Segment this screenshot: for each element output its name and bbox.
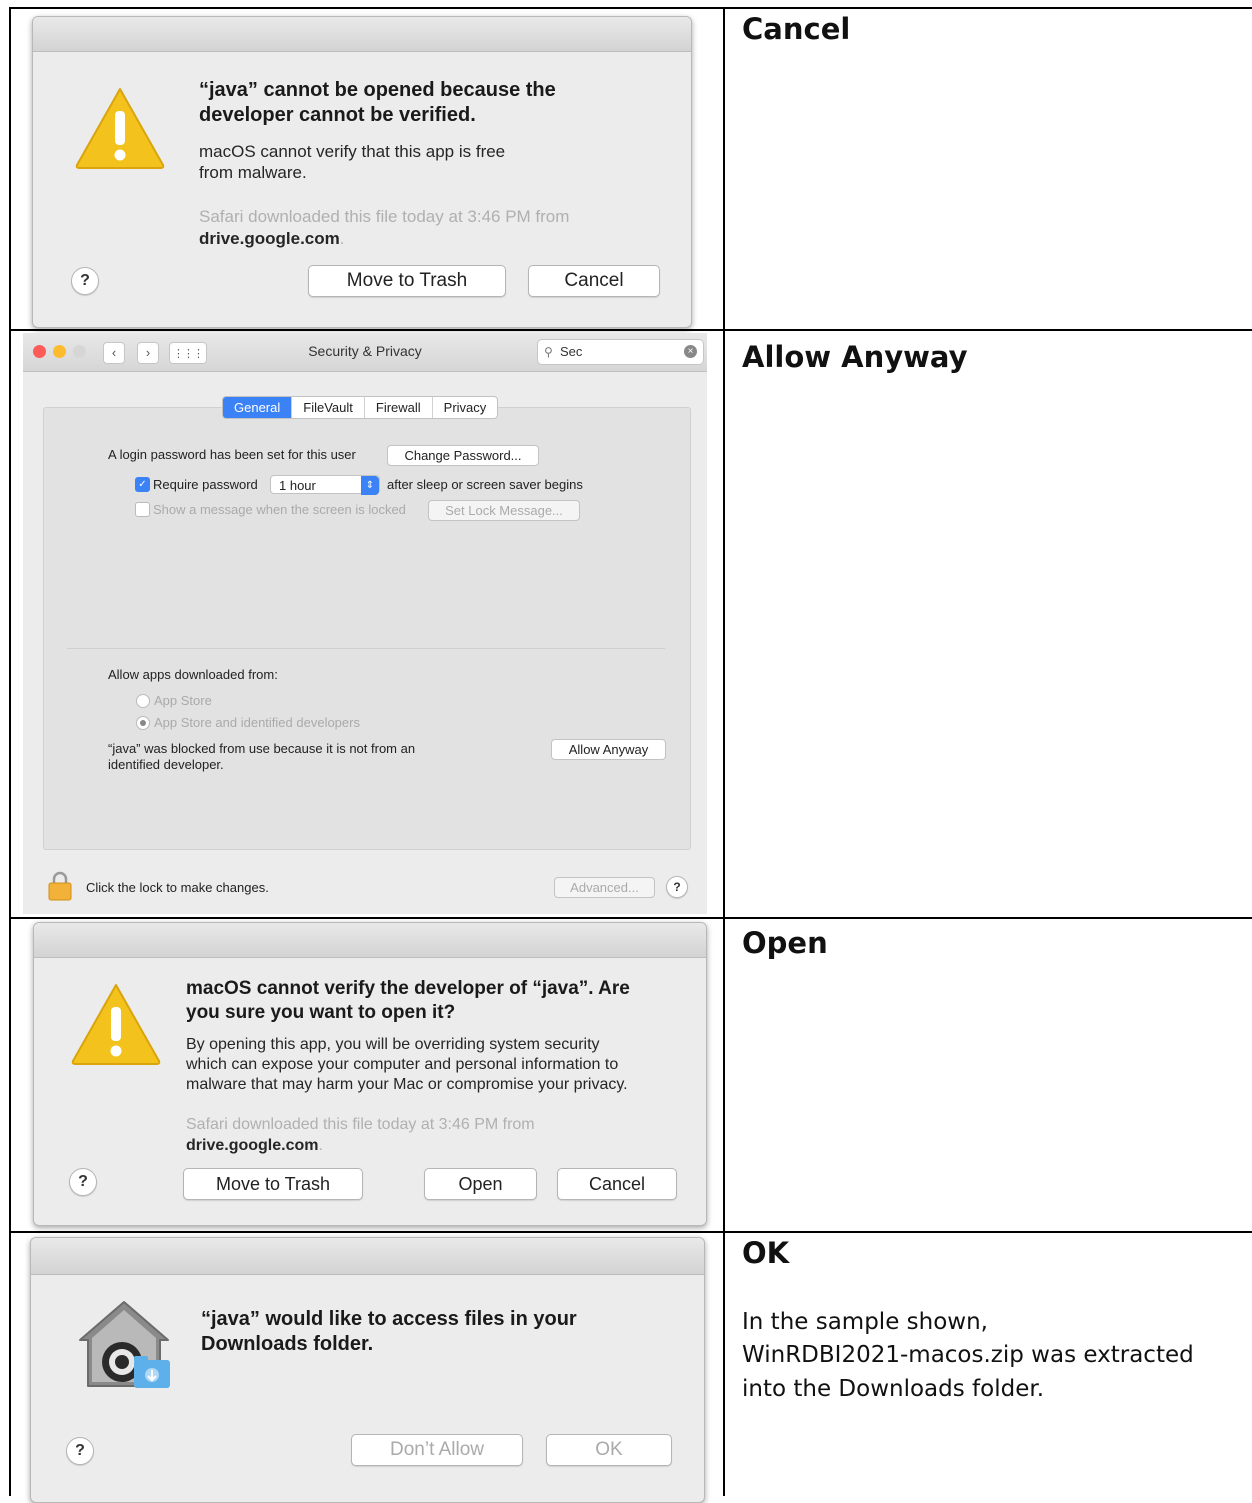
row-4-cell: OK In the sample shown, WinRDBI2021-maco…: [742, 1236, 1222, 1406]
allow-apps-label: Allow apps downloaded from:: [108, 667, 278, 682]
help-button[interactable]: ?: [666, 876, 688, 898]
source-domain: drive.google.com: [199, 229, 340, 248]
source-domain: drive.google.com: [186, 1137, 319, 1154]
dialog-message: macOS cannot verify that this app is fre…: [199, 142, 506, 182]
cancel-button[interactable]: Cancel: [528, 265, 660, 297]
warning-icon: [71, 984, 161, 1065]
after-sleep-label: after sleep or screen saver begins: [387, 477, 583, 492]
table-row-divider: [9, 1231, 1252, 1233]
help-button[interactable]: ?: [66, 1437, 94, 1465]
tab-bar: General FileVault Firewall Privacy: [222, 396, 499, 419]
tab-filevault[interactable]: FileVault: [292, 397, 365, 418]
require-password-checkbox[interactable]: ✓: [135, 477, 150, 492]
search-input[interactable]: Sec: [560, 340, 582, 364]
warning-icon: [75, 88, 165, 169]
table-row-divider: [9, 329, 1252, 331]
login-password-label: A login password has been set for this u…: [108, 447, 356, 462]
table-row-divider: [9, 917, 1252, 919]
select-arrows-icon: ⇕: [361, 476, 379, 495]
download-source: Safari downloaded this file today at 3:4…: [186, 1116, 535, 1154]
row-note: In the sample shown, WinRDBI2021-macos.z…: [742, 1309, 1194, 1402]
lock-message: Click the lock to make changes.: [86, 880, 269, 895]
search-field[interactable]: ⚲ Sec ×: [537, 339, 704, 365]
row-action-label: Open: [742, 926, 828, 960]
row-action-label: Allow Anyway: [742, 340, 968, 374]
dialog-message: By opening this app, you will be overrid…: [186, 1036, 628, 1093]
cannot-open-dialog: “java” cannot be opened because the deve…: [32, 16, 692, 328]
table-top-border: [9, 7, 1252, 9]
set-lock-message-button[interactable]: Set Lock Message...: [428, 500, 580, 521]
show-message-checkbox[interactable]: [135, 502, 150, 517]
tab-firewall[interactable]: Firewall: [365, 397, 433, 418]
dialog-titlebar: [34, 923, 706, 958]
table-column-divider: [723, 7, 725, 1496]
change-password-button[interactable]: Change Password...: [387, 445, 539, 466]
dialog-title: “java” cannot be opened because the deve…: [199, 79, 556, 126]
clear-search-icon[interactable]: ×: [684, 345, 697, 358]
require-password-label: Require password: [153, 477, 258, 492]
section-divider: [67, 648, 665, 649]
general-pane: [43, 407, 691, 850]
dialog-title: “java” would like to access files in you…: [201, 1308, 577, 1355]
radio-identified-developers[interactable]: [136, 716, 150, 730]
tab-general[interactable]: General: [223, 397, 293, 418]
confirm-open-dialog: macOS cannot verify the developer of “ja…: [33, 922, 707, 1226]
radio-identified-label: App Store and identified developers: [154, 715, 360, 730]
dialog-title: macOS cannot verify the developer of “ja…: [186, 978, 630, 1023]
move-to-trash-button[interactable]: Move to Trash: [308, 265, 506, 297]
radio-app-store-label: App Store: [154, 693, 212, 708]
cancel-button[interactable]: Cancel: [557, 1168, 677, 1200]
require-password-select[interactable]: 1 hour ⇕: [270, 475, 380, 495]
help-button[interactable]: ?: [71, 267, 99, 295]
row-action-label: OK: [742, 1236, 790, 1270]
help-button[interactable]: ?: [69, 1168, 97, 1196]
dont-allow-button[interactable]: Don’t Allow: [351, 1434, 523, 1466]
download-source: Safari downloaded this file today at 3:4…: [199, 207, 570, 248]
security-privacy-window: ‹ › ⋮⋮⋮ Security & Privacy ⚲ Sec × Gener…: [23, 333, 707, 914]
table-left-border: [9, 7, 11, 1496]
blocked-message: “java” was blocked from use because it i…: [108, 741, 416, 772]
advanced-button[interactable]: Advanced...: [554, 877, 655, 898]
security-folder-icon: [79, 1301, 170, 1388]
ok-button[interactable]: OK: [546, 1434, 672, 1466]
row-action-label: Cancel: [742, 12, 851, 46]
dialog-titlebar: [31, 1238, 704, 1275]
search-icon: ⚲: [544, 345, 553, 359]
radio-app-store[interactable]: [136, 694, 150, 708]
downloads-access-dialog: “java” would like to access files in you…: [30, 1237, 705, 1503]
dialog-titlebar: [33, 17, 691, 52]
window-toolbar: ‹ › ⋮⋮⋮ Security & Privacy ⚲ Sec ×: [23, 333, 707, 372]
open-button[interactable]: Open: [424, 1168, 537, 1200]
move-to-trash-button[interactable]: Move to Trash: [183, 1168, 363, 1200]
allow-anyway-button[interactable]: Allow Anyway: [551, 739, 666, 760]
show-message-label: Show a message when the screen is locked: [153, 502, 406, 517]
tab-privacy[interactable]: Privacy: [433, 397, 498, 418]
lock-icon[interactable]: [48, 871, 72, 901]
